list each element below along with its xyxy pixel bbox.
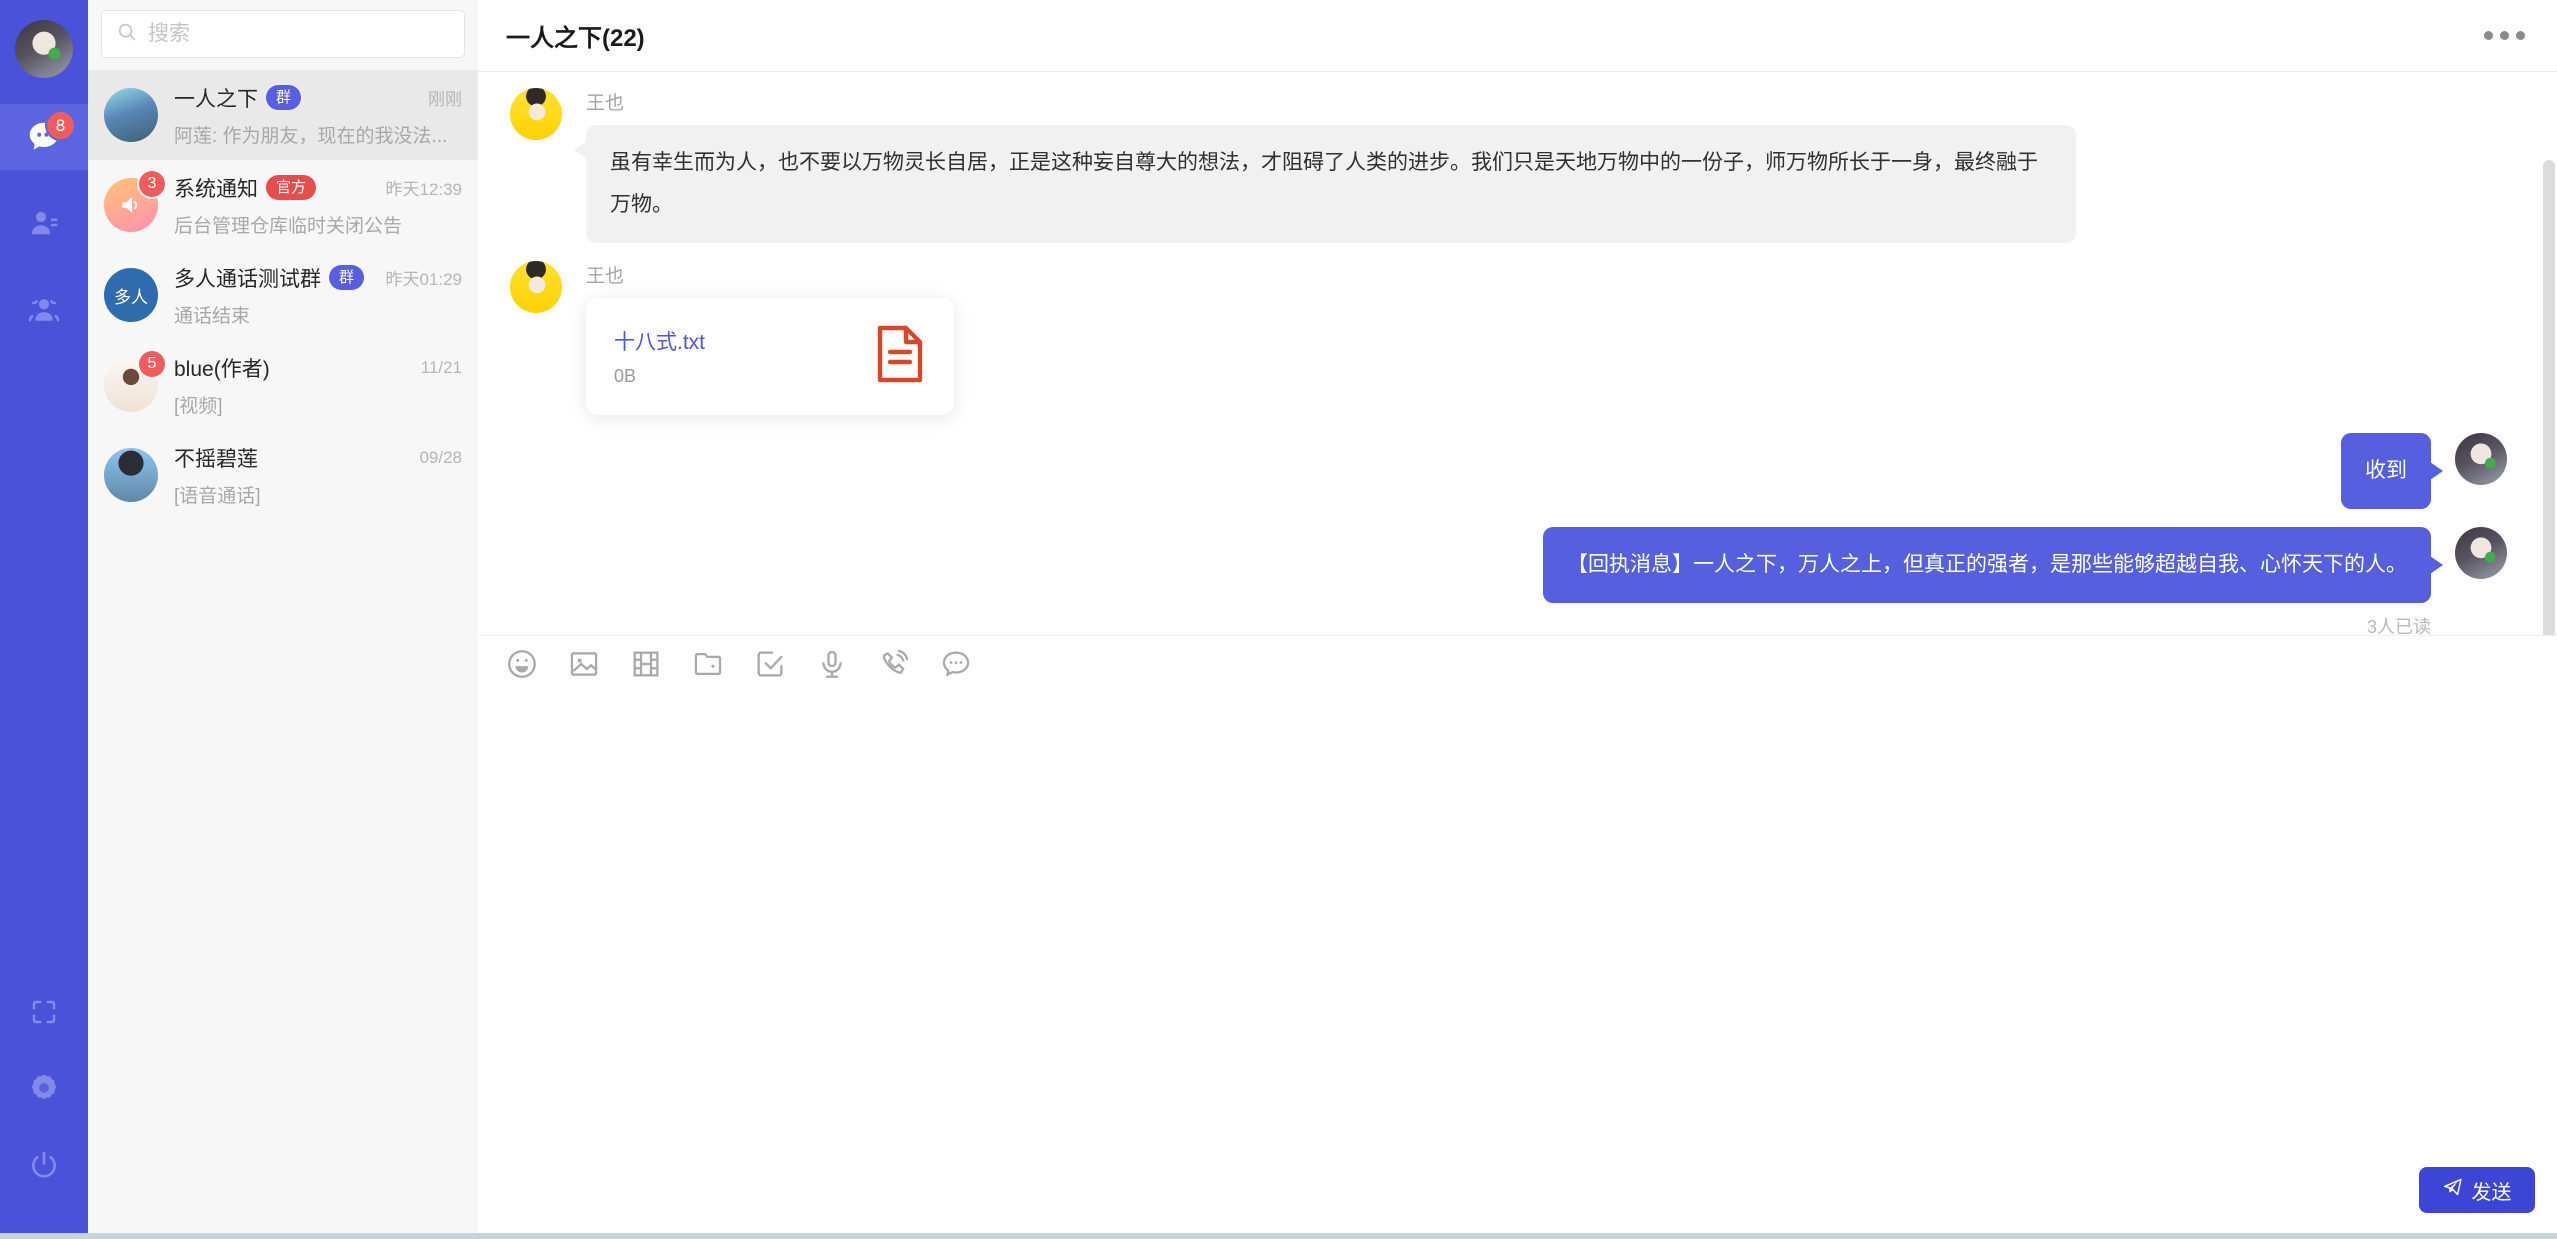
sender-avatar[interactable] (510, 261, 562, 313)
nav-item-chats[interactable]: 8 (0, 104, 88, 170)
conversation-title: 不摇碧莲 (174, 443, 258, 473)
fullscreen-icon (29, 997, 59, 1027)
file-message-card[interactable]: 十八式.txt 0B (586, 298, 954, 415)
history-icon[interactable] (938, 646, 974, 682)
conversation-title: blue(作者) (174, 353, 270, 383)
message-list: 王也 虽有幸生而为人，也不要以万物灵长自居，正是这种妄自尊大的想法，才阻碍了人类… (478, 72, 2557, 635)
read-status: 3人已读 (2367, 613, 2431, 635)
conversation-preview: 后台管理仓库临时关闭公告 (174, 211, 462, 238)
conversation-preview: [视频] (174, 391, 462, 418)
folder-icon[interactable] (690, 646, 726, 682)
conversation-avatar: 多人 (104, 268, 158, 322)
nav-item-contacts[interactable] (0, 190, 88, 256)
file-size: 0B (614, 366, 852, 387)
sender-avatar[interactable] (510, 88, 562, 140)
speaker-icon (118, 192, 144, 218)
more-dots-icon (2484, 31, 2493, 40)
window-bottom-edge (0, 1233, 2557, 1239)
own-message-bubble[interactable]: 【回执消息】一人之下，万人之上，但真正的强者，是那些能够超越自我、心怀天下的人。 (1543, 527, 2431, 603)
power-icon (28, 1149, 60, 1181)
chat-title: 一人之下(22) (506, 18, 645, 53)
conversation-title: 一人之下 (174, 83, 258, 113)
nav-item-power[interactable] (28, 1149, 60, 1181)
message-row-own: 【回执消息】一人之下，万人之上，但真正的强者，是那些能够超越自我、心怀天下的人。… (510, 527, 2507, 635)
mic-icon[interactable] (814, 646, 850, 682)
chat-main: 一人之下(22) 王也 虽有幸生而为人，也不要以万物灵长自居，正是这种妄自尊大的… (478, 0, 2557, 1239)
conversation-time: 刚刚 (420, 85, 462, 110)
file-document-icon (874, 324, 926, 389)
own-avatar[interactable] (2455, 527, 2507, 579)
message-row-own: 收到 (510, 433, 2507, 509)
send-button[interactable]: 发送 (2419, 1167, 2535, 1213)
conversation-avatar (104, 448, 158, 502)
search-box[interactable] (101, 10, 465, 58)
avatar[interactable] (15, 20, 73, 78)
conversation-item[interactable]: 多人 多人通话测试群 群 昨天01:29 通话结束 (88, 250, 478, 340)
conversation-sidebar: 一人之下 群 刚刚 阿莲: 作为朋友，现在的我没法... 3 系统通知 官方 昨… (88, 0, 478, 1239)
conversation-item[interactable]: 3 系统通知 官方 昨天12:39 后台管理仓库临时关闭公告 (88, 160, 478, 250)
settings-icon (27, 1071, 61, 1105)
search-input[interactable] (148, 22, 450, 46)
emoji-icon[interactable] (504, 646, 540, 682)
conversation-time: 09/28 (411, 448, 462, 468)
send-button-label: 发送 (2472, 1176, 2512, 1205)
message-input-area[interactable]: 发送 (478, 693, 2557, 1239)
conversation-avatar: 3 (104, 178, 158, 232)
own-avatar[interactable] (2455, 433, 2507, 485)
conversation-list: 一人之下 群 刚刚 阿莲: 作为朋友，现在的我没法... 3 系统通知 官方 昨… (88, 70, 478, 1239)
search-area (88, 0, 478, 70)
more-menu-button[interactable] (2480, 23, 2529, 48)
chat-header: 一人之下(22) (478, 0, 2557, 72)
file-name-link[interactable]: 十八式.txt (614, 326, 852, 356)
nav-item-fullscreen[interactable] (29, 997, 59, 1027)
search-icon (116, 21, 148, 48)
unread-total-badge: 8 (47, 112, 74, 139)
conversation-type-badge: 群 (266, 85, 301, 110)
scrollbar-thumb[interactable] (2543, 160, 2555, 635)
conversation-preview: 通话结束 (174, 301, 462, 328)
call-icon[interactable] (876, 646, 912, 682)
conversation-preview: 阿莲: 作为朋友，现在的我没法... (174, 121, 462, 148)
composer-toolbar (478, 635, 2557, 693)
unread-badge: 5 (139, 351, 165, 377)
conversation-item[interactable]: 5 blue(作者) 11/21 [视频] (88, 340, 478, 430)
conversation-item[interactable]: 不摇碧莲 09/28 [语音通话] (88, 430, 478, 520)
message-bubble[interactable]: 虽有幸生而为人，也不要以万物灵长自居，正是这种妄自尊大的想法，才阻碍了人类的进步… (586, 125, 2076, 243)
message-row: 王也 虽有幸生而为人，也不要以万物灵长自居，正是这种妄自尊大的想法，才阻碍了人类… (510, 88, 2507, 243)
conversation-title: 系统通知 (174, 173, 258, 203)
conversation-avatar (104, 88, 158, 142)
screenshot-icon[interactable] (752, 646, 788, 682)
contacts-icon (26, 205, 62, 241)
conversation-type-badge: 群 (329, 265, 364, 290)
send-plane-icon (2443, 1177, 2463, 1203)
image-icon[interactable] (566, 646, 602, 682)
conversation-time: 昨天01:29 (377, 265, 462, 290)
nav-item-settings[interactable] (27, 1071, 61, 1105)
sender-name: 王也 (586, 261, 954, 288)
groups-icon (25, 290, 63, 328)
nav-rail: 8 (0, 0, 88, 1239)
conversation-preview: [语音通话] (174, 481, 462, 508)
conversation-time: 11/21 (413, 358, 462, 378)
own-message-bubble[interactable]: 收到 (2341, 433, 2431, 509)
unread-badge: 3 (139, 171, 165, 197)
conversation-time: 昨天12:39 (377, 175, 462, 200)
nav-item-groups[interactable] (0, 276, 88, 342)
conversation-avatar: 5 (104, 358, 158, 412)
conversation-type-badge: 官方 (266, 175, 316, 200)
message-row: 王也 十八式.txt 0B (510, 261, 2507, 415)
conversation-title: 多人通话测试群 (174, 263, 321, 293)
app-window: 8 (0, 0, 2557, 1239)
video-icon[interactable] (628, 646, 664, 682)
conversation-item[interactable]: 一人之下 群 刚刚 阿莲: 作为朋友，现在的我没法... (88, 70, 478, 160)
sender-name: 王也 (586, 88, 2076, 115)
